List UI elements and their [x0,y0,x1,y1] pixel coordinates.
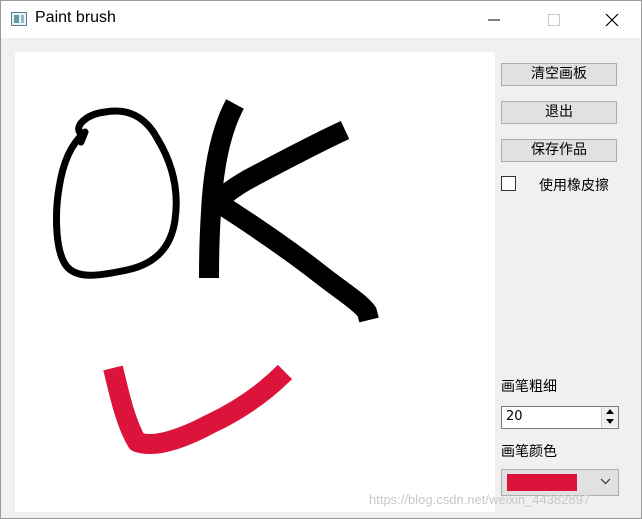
pen-width-value: 20 [506,409,523,424]
pen-width-spinbox[interactable]: 20 [501,406,619,429]
eraser-label: 使用橡皮擦 [539,178,609,194]
close-button[interactable] [589,1,635,38]
caret-up-icon [606,409,614,414]
window-title: Paint brush [35,9,116,26]
save-artwork-button[interactable]: 保存作品 [501,139,617,162]
app-window-icon [11,12,27,26]
pen-color-label: 画笔颜色 [501,444,557,460]
spin-down-button[interactable] [602,417,618,427]
watermark-text: https://blog.csdn.net/weixin_44382897 [369,492,591,507]
minimize-icon [488,19,500,21]
stroke-letter-o [53,107,180,279]
clear-canvas-button[interactable]: 清空画板 [501,63,617,86]
drawing-canvas[interactable] [15,52,495,512]
maximize-button[interactable] [531,1,577,38]
stroke-check-mark [103,364,293,454]
chevron-down-icon [600,478,611,485]
eraser-checkbox[interactable] [501,176,516,191]
app-window: Paint brush 清空画板 退出 保存作品 使用橡皮擦 画笔粗细 20 画… [0,0,642,519]
stroke-letter-k-arm [207,120,379,323]
minimize-button[interactable] [471,1,517,38]
pen-width-label: 画笔粗细 [501,379,557,395]
title-bar[interactable]: Paint brush [1,1,641,38]
pen-color-swatch [507,474,577,491]
maximize-icon [548,14,560,26]
close-icon [605,13,619,27]
exit-button[interactable]: 退出 [501,101,617,124]
caret-down-icon [606,419,614,424]
